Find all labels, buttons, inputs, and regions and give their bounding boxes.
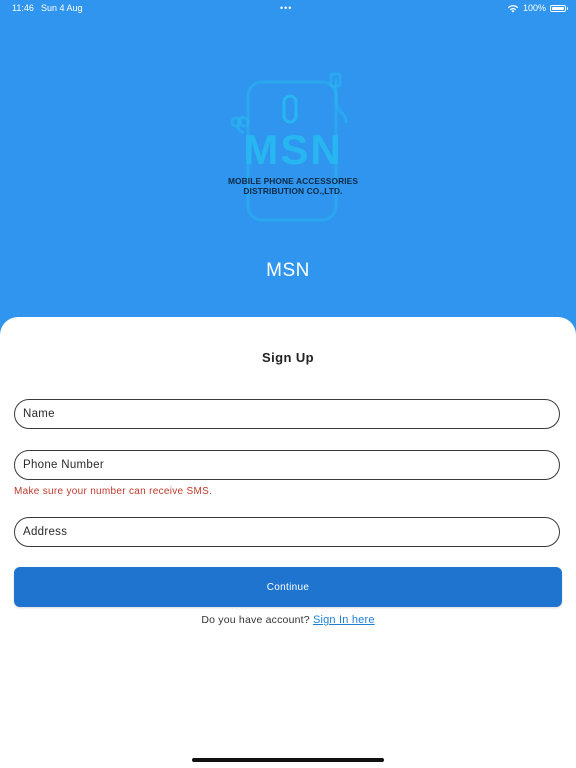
battery-percent: 100% xyxy=(522,3,546,13)
home-indicator[interactable] xyxy=(192,758,384,762)
status-bar: 11:46 Sun 4 Aug ••• 100% xyxy=(0,0,576,16)
name-input[interactable] xyxy=(15,400,559,428)
signup-card: Sign Up Make sure your number can receiv… xyxy=(0,317,576,768)
battery-icon xyxy=(550,4,568,12)
sign-in-link[interactable]: Sign In here xyxy=(313,614,375,626)
logo-subtitle: MOBILE PHONE ACCESSORIES DISTRIBUTION CO… xyxy=(218,176,368,196)
status-date: Sun 4 Aug xyxy=(41,3,83,13)
company-logo: MSN MOBILE PHONE ACCESSORIES DISTRIBUTIO… xyxy=(218,72,368,222)
address-field[interactable] xyxy=(14,517,560,547)
app-name: MSN xyxy=(266,260,310,281)
status-right: 100% xyxy=(507,0,568,16)
name-field[interactable] xyxy=(14,399,560,429)
continue-button[interactable]: Continue xyxy=(14,567,562,607)
multitasking-dots-icon[interactable]: ••• xyxy=(280,0,292,16)
phone-hint: Make sure your number can receive SMS. xyxy=(14,486,213,497)
logo-wordmark: MSN xyxy=(243,126,343,173)
page-title: Sign Up xyxy=(262,350,314,365)
phone-field[interactable] xyxy=(14,450,560,480)
phone-number-input[interactable] xyxy=(15,451,559,479)
address-input[interactable] xyxy=(15,518,559,546)
logo-subtitle-line1: MOBILE PHONE ACCESSORIES xyxy=(227,176,359,186)
logo-subtitle-line2: DISTRIBUTION CO.,LTD. xyxy=(243,186,343,196)
status-time: 11:46 xyxy=(12,3,34,13)
account-prompt: Do you have account? xyxy=(201,614,313,626)
signin-row: Do you have account? Sign In here xyxy=(0,614,576,626)
wifi-icon xyxy=(507,4,519,13)
